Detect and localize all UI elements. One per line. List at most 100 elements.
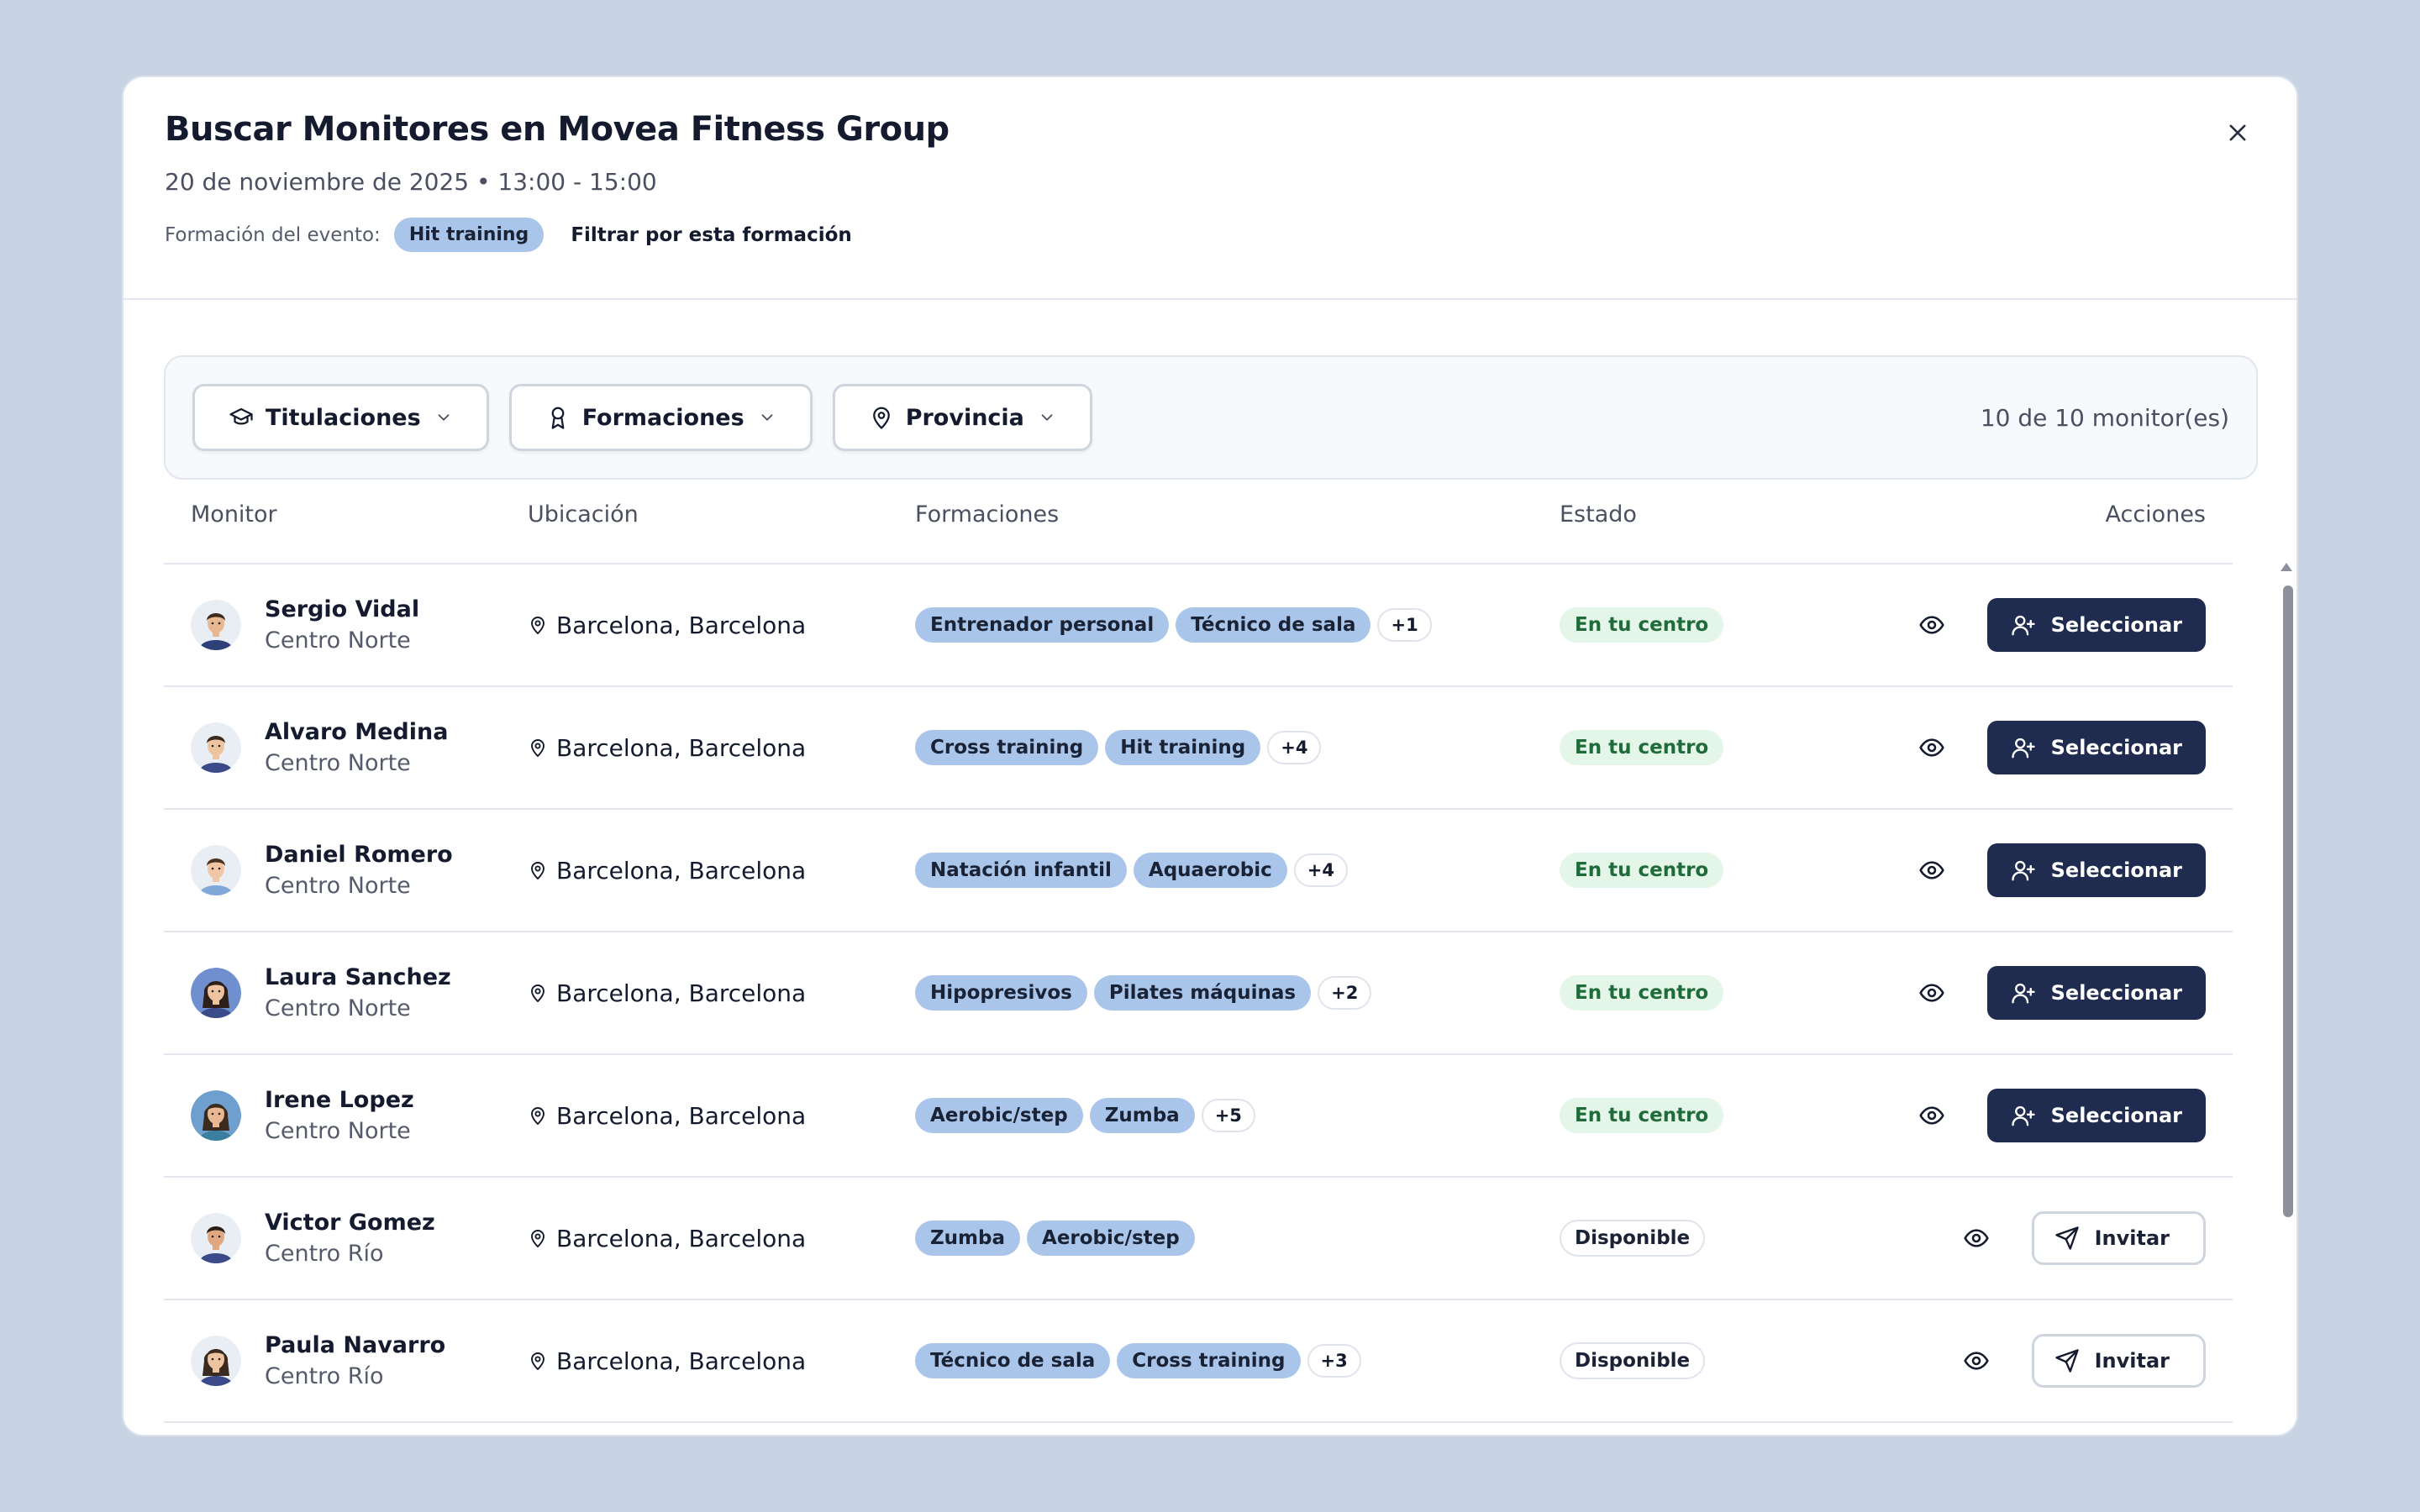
close-button[interactable]	[2212, 108, 2263, 158]
location-cell: Barcelona, Barcelona	[528, 1102, 915, 1130]
select-button[interactable]: Seleccionar	[1986, 721, 2206, 774]
close-icon	[2229, 124, 2246, 141]
formations-cell: Entrenador personal Técnico de sala +1	[915, 607, 1560, 643]
formation-tag: Entrenador personal	[915, 607, 1170, 643]
location-text: Barcelona, Barcelona	[556, 979, 807, 1007]
scroll-up-arrow-icon[interactable]	[2279, 560, 2294, 574]
formation-tag: Aquaerobic	[1133, 853, 1287, 888]
scrollbar-thumb[interactable]	[2283, 585, 2293, 1217]
location-pin	[528, 1351, 548, 1371]
titulaciones-filter-button[interactable]: Titulaciones	[192, 384, 489, 451]
formation-tag: Pilates máquinas	[1093, 975, 1312, 1011]
view-profile-button[interactable]	[1918, 734, 1945, 761]
send-wrap	[2054, 1226, 2080, 1251]
user-plus-icon	[2011, 738, 2035, 759]
formation-label: Formación del evento:	[165, 223, 381, 246]
send-icon	[2054, 1349, 2079, 1373]
formaciones-filter-button[interactable]: Formaciones	[508, 384, 813, 451]
more-formations-badge[interactable]: +4	[1293, 853, 1349, 887]
monitor-center: Centro Norte	[265, 627, 411, 654]
table-row: Victor Gomez Centro Río Barcelona, Barcelo…	[164, 1178, 2233, 1300]
select-label: Seleccionar	[2050, 981, 2182, 1005]
formation-tag: Cross training	[1117, 1343, 1301, 1378]
map-pin-icon	[531, 739, 544, 757]
select-button[interactable]: Seleccionar	[1986, 1089, 2206, 1142]
monitors-table: Monitor Ubicación Formaciones Estado Acc…	[164, 501, 2233, 1423]
user-plus-wrap	[2011, 735, 2036, 760]
search-monitors-modal: Buscar Monitores en Movea Fitness Group …	[122, 76, 2298, 1436]
table-row: Irene Lopez Centro Norte Barcelona, Barcel…	[164, 1055, 2233, 1178]
monitor-center: Centro Norte	[265, 1118, 411, 1144]
more-formations-badge[interactable]: +2	[1318, 976, 1372, 1010]
state-cell: Disponible	[1560, 1220, 1912, 1257]
user-plus-wrap	[2011, 980, 2036, 1005]
select-button[interactable]: Seleccionar	[1986, 843, 2206, 897]
select-button[interactable]: Seleccionar	[1986, 966, 2206, 1020]
chevron-down-icon	[1041, 414, 1053, 421]
select-label: Seleccionar	[2050, 1104, 2182, 1127]
map-pin-icon	[531, 617, 544, 634]
table-row: Sergio Vidal Centro Norte Barcelona, Barce…	[164, 564, 2233, 687]
eye-icon	[1964, 1352, 1989, 1370]
formation-tag: Zumba	[1089, 1098, 1195, 1133]
invite-button[interactable]: Invitar	[2031, 1211, 2206, 1265]
filter-bar: Titulaciones Formaciones Provincia 10 de…	[164, 355, 2258, 480]
monitor-info: Daniel Romero Centro Norte	[265, 842, 453, 899]
location-cell: Barcelona, Barcelona	[528, 734, 915, 762]
monitor-center: Centro Río	[265, 1363, 384, 1389]
select-button[interactable]: Seleccionar	[1986, 598, 2206, 652]
monitor-name: Victor Gomez	[265, 1210, 435, 1236]
monitor-center: Centro Norte	[265, 750, 411, 776]
user-plus-wrap	[2011, 612, 2036, 638]
formation-tag: Hit training	[1105, 730, 1261, 765]
monitor-info: Irene Lopez Centro Norte	[265, 1087, 414, 1144]
formation-tag: Aerobic/step	[915, 1098, 1083, 1133]
location-pin	[528, 983, 548, 1003]
monitor-name: Irene Lopez	[265, 1087, 414, 1113]
actions-cell: Invitar	[1912, 1334, 2233, 1388]
state-cell: En tu centro	[1560, 1098, 1912, 1133]
eye-icon	[1919, 616, 1944, 634]
invite-label: Invitar	[2094, 1226, 2170, 1250]
header-location: Ubicación	[528, 501, 639, 528]
location-cell: Barcelona, Barcelona	[528, 1347, 915, 1375]
actions-cell: Seleccionar	[1912, 966, 2233, 1020]
view-profile-button[interactable]	[1918, 1102, 1945, 1129]
monitor-name: Sergio Vidal	[265, 596, 420, 622]
actions-cell: Seleccionar	[1912, 1089, 2233, 1142]
view-profile-button[interactable]	[1918, 612, 1945, 638]
provincia-filter-button[interactable]: Provincia	[832, 384, 1092, 451]
view-profile-button[interactable]	[1963, 1225, 1990, 1252]
view-profile-button[interactable]	[1963, 1347, 1990, 1374]
event-formation-row: Formación del evento: Hit training Filtr…	[165, 218, 2255, 252]
monitor-info: Laura Sanchez Centro Norte	[265, 964, 451, 1021]
location-cell: Barcelona, Barcelona	[528, 979, 915, 1007]
monitor-info: Paula Navarro Centro Río	[265, 1332, 445, 1389]
monitor-count: 10 de 10 monitor(es)	[1980, 403, 2229, 432]
map-pin-icon	[531, 1230, 544, 1247]
avatar	[191, 600, 241, 650]
view-profile-button[interactable]	[1918, 979, 1945, 1006]
formation-tag: Cross training	[915, 730, 1099, 765]
actions-cell: Seleccionar	[1912, 721, 2233, 774]
filter-by-formation-link[interactable]: Filtrar por esta formación	[571, 224, 851, 246]
avatar	[191, 1336, 241, 1386]
monitor-info: Sergio Vidal Centro Norte	[265, 596, 419, 654]
more-formations-badge[interactable]: +5	[1201, 1099, 1255, 1132]
avatar-illustration	[191, 722, 241, 773]
monitor-cell: Laura Sanchez Centro Norte	[164, 964, 528, 1021]
scrollbar[interactable]	[2279, 560, 2294, 1435]
more-formations-badge[interactable]: +4	[1267, 731, 1322, 764]
view-profile-button[interactable]	[1918, 857, 1945, 884]
monitor-info: Victor Gomez Centro Río	[265, 1210, 435, 1267]
more-formations-badge[interactable]: +1	[1377, 608, 1432, 642]
location-text: Barcelona, Barcelona	[556, 611, 807, 639]
header-actions: Acciones	[2105, 501, 2207, 528]
invite-button[interactable]: Invitar	[2031, 1334, 2206, 1388]
chevron-down-icon	[761, 414, 773, 421]
more-formations-badge[interactable]: +3	[1307, 1344, 1361, 1378]
formation-tag: Hipopresivos	[915, 975, 1087, 1011]
select-label: Seleccionar	[2050, 613, 2182, 637]
monitor-cell: Sergio Vidal Centro Norte	[164, 596, 528, 654]
table-row: Paula Navarro Centro Río Barcelona, Barcel…	[164, 1300, 2233, 1423]
